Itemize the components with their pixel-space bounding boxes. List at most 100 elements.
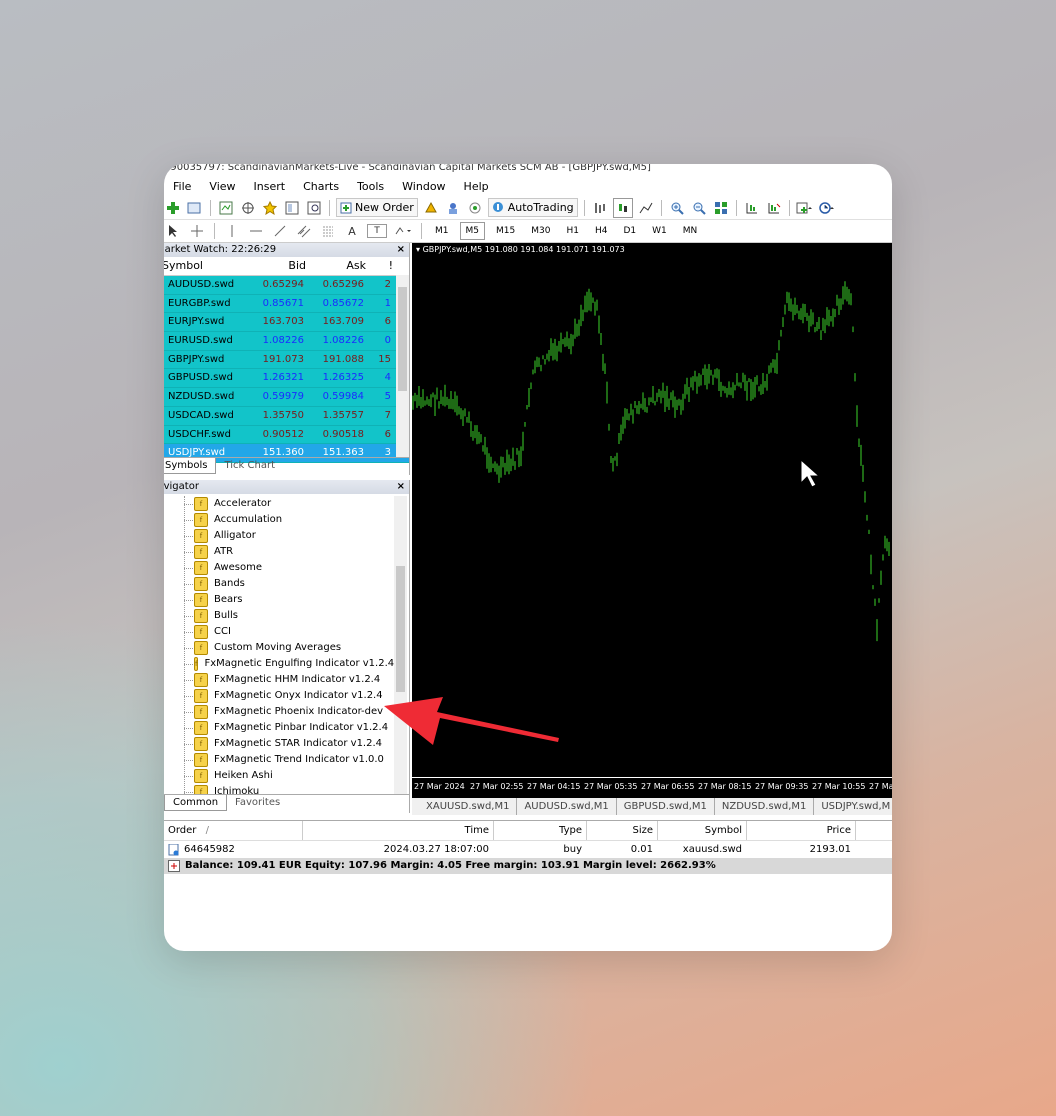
- timeframe-d1[interactable]: D1: [618, 223, 641, 239]
- close-icon[interactable]: ×: [397, 480, 405, 494]
- navigator-item[interactable]: f FxMagnetic Pinbar Indicator v1.2.4: [164, 720, 394, 736]
- menu-charts[interactable]: Charts: [294, 180, 348, 193]
- timeframe-m15[interactable]: M15: [491, 223, 520, 239]
- chart-tab-xauusd[interactable]: XAUUSD.swd,M1: [412, 798, 518, 815]
- timeframe-mn[interactable]: MN: [678, 223, 703, 239]
- autotrading-button[interactable]: AutoTrading: [487, 198, 578, 217]
- market-watch-icon[interactable]: [217, 199, 235, 217]
- fibonacci-icon[interactable]: [319, 222, 337, 240]
- menu-file[interactable]: File: [164, 180, 200, 193]
- navigator-item[interactable]: f FxMagnetic Phoenix Indicator-dev: [164, 704, 394, 720]
- line-chart-icon[interactable]: [637, 199, 655, 217]
- navigator-item[interactable]: f Awesome: [164, 560, 394, 576]
- channel-icon[interactable]: [295, 222, 313, 240]
- arrows-icon[interactable]: [393, 222, 413, 240]
- signals-icon[interactable]: [444, 199, 462, 217]
- column-order[interactable]: Order /: [164, 821, 303, 840]
- profiles-icon[interactable]: [186, 199, 204, 217]
- horizontal-line-icon[interactable]: [247, 222, 265, 240]
- trendline-icon[interactable]: [271, 222, 289, 240]
- data-window-icon[interactable]: [239, 199, 257, 217]
- metaeditor-icon[interactable]: [422, 199, 440, 217]
- bar-chart-icon[interactable]: [591, 199, 609, 217]
- market-watch-row[interactable]: USDCHF.swd 0.90512 0.90518 6: [164, 425, 409, 445]
- terminal-icon[interactable]: [283, 199, 301, 217]
- strategy-tester-icon[interactable]: [305, 199, 323, 217]
- navigator-item[interactable]: f ATR: [164, 544, 394, 560]
- navigator-item[interactable]: f Custom Moving Averages: [164, 640, 394, 656]
- navigator-item[interactable]: f FxMagnetic STAR Indicator v1.2.4: [164, 736, 394, 752]
- market-watch-row[interactable]: EURUSD.swd 1.08226 1.08226 0: [164, 332, 409, 351]
- market-watch-row[interactable]: EURGBP.swd 0.85671 0.85672 1: [164, 294, 409, 314]
- crosshair-icon[interactable]: [188, 222, 206, 240]
- chart-shift-icon[interactable]: [743, 199, 761, 217]
- column-price[interactable]: Price: [747, 821, 856, 840]
- timeframe-w1[interactable]: W1: [647, 223, 672, 239]
- tab-favorites[interactable]: Favorites: [227, 795, 288, 811]
- navigator-item[interactable]: f Accumulation: [164, 512, 394, 528]
- column-type[interactable]: Type: [494, 821, 587, 840]
- market-watch-row[interactable]: GBPUSD.swd 1.26321 1.26325 4: [164, 369, 409, 389]
- market-icon[interactable]: [466, 199, 484, 217]
- autoscroll-icon[interactable]: [765, 199, 783, 217]
- menu-view[interactable]: View: [200, 180, 244, 193]
- column-bid[interactable]: Bid: [248, 257, 309, 275]
- scrollbar-thumb[interactable]: [396, 566, 405, 692]
- market-watch-row[interactable]: NZDUSD.swd 0.59979 0.59984 5: [164, 388, 409, 407]
- scrollbar-thumb[interactable]: [398, 287, 407, 391]
- timeframe-m5[interactable]: M5: [459, 222, 485, 240]
- timeframe-m30[interactable]: M30: [526, 223, 555, 239]
- timeframe-m1[interactable]: M1: [430, 223, 454, 239]
- navigator-item[interactable]: f Bears: [164, 592, 394, 608]
- market-watch-row[interactable]: GBPJPY.swd 191.073 191.088 15: [164, 350, 409, 370]
- new-order-button[interactable]: New Order: [336, 198, 418, 217]
- navigator-icon[interactable]: [261, 199, 279, 217]
- menu-tools[interactable]: Tools: [348, 180, 393, 193]
- column-symbol[interactable]: Symbol: [164, 257, 240, 275]
- column-symbol[interactable]: Symbol: [658, 821, 747, 840]
- cursor-icon[interactable]: [164, 222, 182, 240]
- navigator-item[interactable]: f FxMagnetic Onyx Indicator v1.2.4: [164, 688, 394, 704]
- column-ask[interactable]: Ask: [309, 257, 369, 275]
- timeframe-h1[interactable]: H1: [561, 223, 584, 239]
- navigator-item[interactable]: f FxMagnetic HHM Indicator v1.2.4: [164, 672, 394, 688]
- tile-windows-icon[interactable]: [712, 199, 730, 217]
- navigator-item[interactable]: f Ichimoku: [164, 784, 394, 794]
- periods-icon[interactable]: [818, 199, 836, 217]
- column-spread[interactable]: !: [369, 257, 396, 275]
- market-watch-row[interactable]: USDCAD.swd 1.35750 1.35757 7: [164, 406, 409, 426]
- chart-tab-usdjpy[interactable]: USDJPY.swd,M: [814, 798, 892, 815]
- navigator-item[interactable]: f FxMagnetic Trend Indicator v1.0.0: [164, 752, 394, 768]
- candlestick-icon[interactable]: [612, 197, 633, 218]
- text-label-tool[interactable]: T: [367, 224, 387, 238]
- text-tool[interactable]: A: [343, 222, 361, 240]
- zoom-out-icon[interactable]: [690, 199, 708, 217]
- market-watch-row[interactable]: AUDUSD.swd 0.65294 0.65296 2: [164, 276, 409, 295]
- close-icon[interactable]: ×: [397, 243, 405, 257]
- order-row[interactable]: 64645982 2024.03.27 18:07:00 buy 0.01 xa…: [164, 841, 892, 858]
- timeframe-h4[interactable]: H4: [590, 223, 613, 239]
- chart-tab-nzdusd[interactable]: NZDUSD.swd,M1: [715, 798, 815, 815]
- navigator-item[interactable]: f Bands: [164, 576, 394, 592]
- tab-symbols[interactable]: Symbols: [164, 458, 217, 474]
- chart-tab-audusd[interactable]: AUDUSD.swd,M1: [517, 798, 617, 815]
- navigator-item[interactable]: f Accelerator: [164, 496, 394, 512]
- tab-tick-chart[interactable]: Tick Chart: [216, 458, 283, 474]
- navigator-item[interactable]: f FxMagnetic Engulfing Indicator v1.2.4: [164, 656, 394, 672]
- column-time[interactable]: Time: [303, 821, 494, 840]
- navigator-item[interactable]: f CCI: [164, 624, 394, 640]
- zoom-in-icon[interactable]: [668, 199, 686, 217]
- vertical-line-icon[interactable]: [223, 222, 241, 240]
- menu-window[interactable]: Window: [393, 180, 454, 193]
- navigator-item[interactable]: f Heiken Ashi: [164, 768, 394, 784]
- navigator-item[interactable]: f Bulls: [164, 608, 394, 624]
- menu-help[interactable]: Help: [455, 180, 498, 193]
- market-watch-row[interactable]: EURJPY.swd 163.703 163.709 6: [164, 313, 409, 333]
- chart-tab-gbpusd[interactable]: GBPUSD.swd,M1: [617, 798, 715, 815]
- indicators-icon[interactable]: [796, 199, 814, 217]
- navigator-item[interactable]: f Alligator: [164, 528, 394, 544]
- menu-insert[interactable]: Insert: [245, 180, 295, 193]
- navigator-scrollbar[interactable]: [394, 496, 407, 794]
- market-watch-scrollbar[interactable]: [396, 275, 409, 457]
- tab-common[interactable]: Common: [164, 795, 228, 811]
